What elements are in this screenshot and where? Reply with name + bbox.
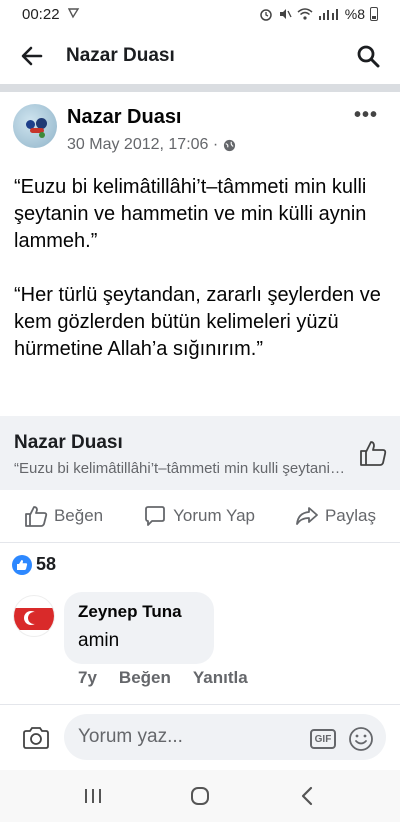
home-icon[interactable] — [180, 781, 220, 811]
share-label: Paylaş — [324, 506, 376, 525]
link-preview-card[interactable]: Nazar Duası “Euzu bi kelimâtillâhi’t–tâm… — [0, 416, 400, 490]
notification-icon — [67, 7, 80, 22]
comment-like-link[interactable]: Beğen — [119, 668, 171, 688]
search-icon[interactable] — [354, 42, 382, 70]
more-options-icon[interactable]: ••• — [354, 104, 378, 127]
share-icon — [296, 507, 318, 525]
comment-author[interactable]: Zeynep Tuna — [78, 602, 200, 622]
camera-icon[interactable] — [22, 726, 50, 750]
comment-bubble[interactable]: Zeynep Tuna amin — [64, 592, 214, 664]
globe-icon — [224, 139, 236, 151]
status-icons: %8 — [259, 6, 378, 22]
comment-text: amin — [78, 630, 120, 651]
comment-button[interactable]: Yorum Yap — [143, 504, 255, 528]
comment-reply-link[interactable]: Yanıtla — [193, 668, 248, 688]
page-title: Nazar Duası — [66, 45, 175, 66]
reaction-count: 58 — [36, 554, 57, 574]
thumbs-up-icon[interactable] — [358, 438, 388, 468]
back-arrow-icon[interactable] — [18, 42, 46, 70]
reactions-summary[interactable]: 58 — [12, 554, 56, 575]
wifi-icon — [297, 8, 313, 20]
link-card-title: Nazar Duası — [14, 432, 123, 453]
thumbs-up-icon — [25, 506, 48, 527]
post-meta: 30 May 2012, 17:06 · — [67, 136, 236, 154]
comment-label: Yorum Yap — [173, 506, 256, 525]
post-paragraph: “Euzu bi kelimâtillâhi’t–tâmmeti min kul… — [14, 176, 367, 252]
divider — [0, 542, 400, 543]
comment-meta: 7y Beğen Yanıtla — [78, 668, 248, 688]
commenter-avatar[interactable] — [13, 595, 55, 637]
post-paragraph: “Her türlü şeytandan, zararlı şeylerden … — [14, 284, 381, 360]
like-label: Beğen — [53, 506, 104, 525]
comment-icon — [145, 506, 165, 526]
comment-input-placeholder: Yorum yaz... — [78, 726, 183, 747]
like-button[interactable]: Beğen — [24, 504, 103, 528]
battery-percent: %8 — [344, 6, 365, 22]
emoji-icon[interactable] — [348, 726, 374, 752]
share-button[interactable]: Paylaş — [295, 504, 376, 528]
gif-icon[interactable]: GIF — [310, 729, 336, 749]
section-divider — [0, 84, 400, 92]
back-nav-icon[interactable] — [287, 781, 327, 811]
comment-time: 7y — [78, 668, 97, 687]
post-header: Nazar Duası 30 May 2012, 17:06 · ••• — [0, 96, 400, 166]
signal-icon — [318, 9, 338, 20]
post-actions: Beğen Yorum Yap Paylaş — [0, 494, 400, 538]
like-reaction-icon — [12, 554, 32, 575]
mute-icon — [279, 9, 292, 19]
post-author[interactable]: Nazar Duası — [67, 106, 182, 129]
battery-icon — [370, 7, 378, 21]
comment-item: Zeynep Tuna amin 7y Beğen Yanıtla — [0, 588, 400, 698]
status-bar: 00:22 %8 — [0, 0, 400, 28]
app-bar: Nazar Duası — [0, 28, 400, 84]
alarm-icon — [260, 9, 272, 21]
system-nav-bar — [0, 770, 400, 822]
status-time: 00:22 — [22, 5, 60, 23]
link-card-subtitle: “Euzu bi kelimâtillâhi’t–tâmmeti min kul… — [14, 460, 346, 477]
comment-input[interactable]: Yorum yaz... — [64, 714, 386, 760]
recent-apps-icon[interactable] — [73, 781, 113, 811]
post-timestamp[interactable]: 30 May 2012, 17:06 · — [67, 136, 218, 154]
comment-composer: Yorum yaz... GIF — [0, 704, 400, 768]
post-body: “Euzu bi kelimâtillâhi’t–tâmmeti min kul… — [14, 174, 388, 390]
page-avatar[interactable] — [13, 104, 57, 148]
